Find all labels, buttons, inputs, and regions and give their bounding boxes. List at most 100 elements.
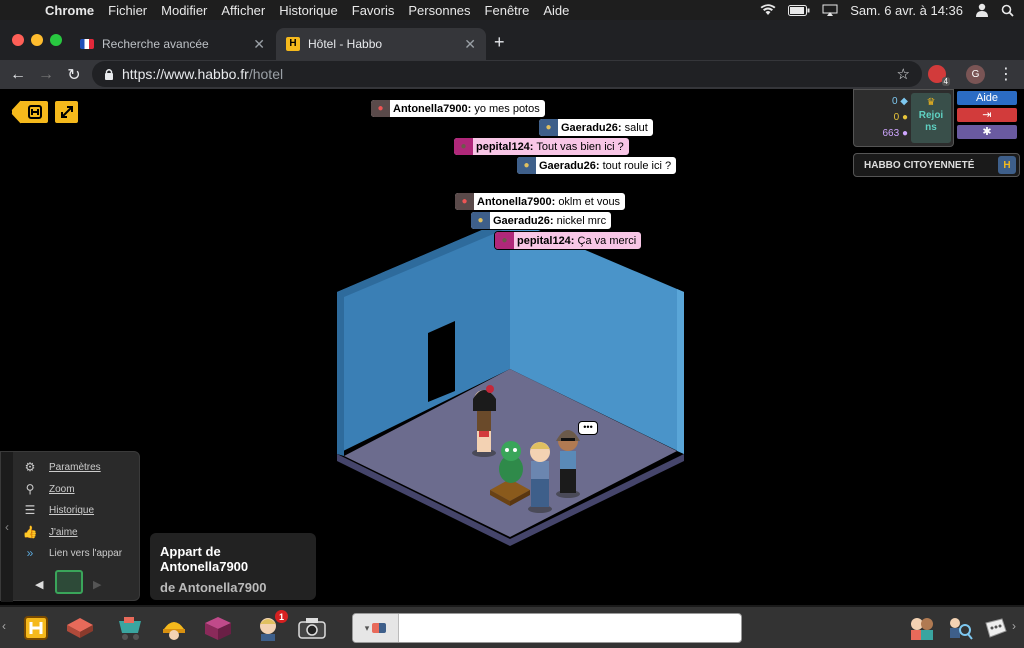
- bookmark-star-icon[interactable]: ☆: [897, 65, 910, 83]
- chat-username: Antonella7900:: [477, 195, 556, 208]
- dropdown-arrow-icon: ▾: [364, 622, 370, 633]
- chat-bubble[interactable]: ● pepital124: Ça va merci: [494, 231, 643, 250]
- lock-icon: [105, 69, 113, 80]
- room-link-link[interactable]: » Lien vers l'appar: [21, 546, 122, 560]
- camera-icon[interactable]: [296, 612, 328, 644]
- tab-hotel-habbo[interactable]: H Hôtel - Habbo ✕: [276, 28, 486, 60]
- room-tool-label: J'aime: [49, 526, 78, 538]
- chat-bubble[interactable]: ● Antonella7900: oklm et vous: [454, 192, 627, 211]
- menu-item-fenetre[interactable]: Fenêtre: [478, 3, 537, 18]
- spotlight-search-icon[interactable]: [1001, 4, 1014, 17]
- habbo-favicon-icon: H: [286, 37, 300, 51]
- new-tab-button[interactable]: +: [494, 32, 505, 53]
- toolbar-collapse-icon[interactable]: ‹: [2, 619, 6, 633]
- reload-icon[interactable]: ↻: [60, 65, 88, 85]
- menu-item-afficher[interactable]: Afficher: [214, 3, 272, 18]
- room-door: [428, 321, 455, 402]
- zoom-window-button[interactable]: [50, 34, 62, 46]
- battery-icon[interactable]: [788, 4, 810, 16]
- chat-text: oklm et vous: [558, 195, 621, 208]
- chat-bubble[interactable]: ● Antonella7900: yo mes potos: [370, 99, 546, 118]
- menu-clock[interactable]: Sam. 6 avr. à 14:36: [850, 3, 963, 18]
- logout-button[interactable]: ⇥: [957, 108, 1017, 122]
- join-club-button[interactable]: ♛ Rejoi ns: [911, 93, 951, 143]
- fullscreen-button[interactable]: [53, 99, 80, 125]
- duckets-row[interactable]: 0 ●: [862, 112, 908, 123]
- menu-item-aide[interactable]: Aide: [536, 3, 576, 18]
- menu-item-favoris[interactable]: Favoris: [345, 3, 402, 18]
- chat-avatar-icon: ●: [495, 232, 514, 249]
- coin-icon: ●: [901, 112, 908, 123]
- menu-item-modifier[interactable]: Modifier: [154, 3, 214, 18]
- tab-title: Recherche avancée: [102, 37, 209, 51]
- chat-line: Antonella7900: yo mes potos: [390, 103, 545, 115]
- inventory-icon[interactable]: [202, 612, 234, 644]
- room-like-link[interactable]: 👍 J'aime: [21, 525, 78, 539]
- habbo-hotel-view-icon[interactable]: [20, 612, 52, 644]
- back-arrow-icon[interactable]: ←: [4, 66, 32, 84]
- history-signpost-icon: ☰: [24, 503, 36, 517]
- chat-bubble[interactable]: ● pepital124: Tout vas bien ici ?: [453, 137, 630, 156]
- credits-row[interactable]: 0 ◆: [862, 96, 908, 107]
- double-chevron-icon: »: [26, 546, 34, 560]
- duckets-count: 0: [893, 112, 900, 123]
- extension-icon[interactable]: 4: [928, 65, 950, 86]
- chat-text: Ça va merci: [577, 234, 637, 247]
- diamonds-row[interactable]: 663 ●: [862, 128, 908, 139]
- minimize-window-button[interactable]: [31, 34, 43, 46]
- chat-style-selector[interactable]: ▾: [353, 614, 399, 642]
- menu-item-fichier[interactable]: Fichier: [101, 3, 154, 18]
- close-window-button[interactable]: [12, 34, 24, 46]
- menu-item-personnes[interactable]: Personnes: [401, 3, 477, 18]
- room-thumbnail[interactable]: [55, 570, 83, 594]
- macos-menu-bar: Chrome Fichier Modifier Afficher Histori…: [0, 0, 1024, 20]
- habbo-game-viewport[interactable]: ••• ● Antonella7900: yo mes potos ● Gaer…: [0, 89, 1024, 648]
- menu-item-historique[interactable]: Historique: [272, 3, 345, 18]
- close-tab-icon[interactable]: ✕: [464, 36, 476, 53]
- shop-catalog-icon[interactable]: [114, 612, 146, 644]
- chat-text: tout roule ici ?: [602, 159, 672, 172]
- chat-input[interactable]: [399, 616, 741, 640]
- diamonds-count: 663: [882, 128, 900, 139]
- room-settings-link[interactable]: ⚙ Paramètres: [21, 460, 101, 474]
- chat-username: Gaeradu26:: [539, 159, 600, 172]
- chat-input-box[interactable]: ▾: [352, 613, 742, 643]
- room-zoom-link[interactable]: ⚲ Zoom: [21, 482, 75, 496]
- collapse-arrow-icon[interactable]: ‹: [1, 452, 13, 602]
- friends-avatar-icon[interactable]: 1: [252, 610, 288, 644]
- close-tab-icon[interactable]: ✕: [253, 36, 265, 53]
- toolbar-expand-icon[interactable]: ›: [1012, 619, 1016, 633]
- address-bar[interactable]: https://www.habbo.fr/hotel ☆: [92, 61, 922, 87]
- browser-tab-strip: Recherche avancée ✕ H Hôtel - Habbo ✕ +: [0, 20, 1024, 60]
- chat-bubble[interactable]: ● Gaeradu26: salut: [538, 118, 654, 137]
- friend-search-icon[interactable]: [944, 612, 976, 644]
- airplay-icon[interactable]: [822, 4, 838, 16]
- gear-icon: ⚙: [24, 460, 36, 474]
- browser-menu-icon[interactable]: ⋮: [998, 64, 1014, 84]
- next-room-arrow-icon[interactable]: ▶: [93, 578, 101, 591]
- help-button[interactable]: Aide: [957, 91, 1017, 105]
- chat-bubble-style-icon: [372, 623, 387, 633]
- chat-text: yo mes potos: [474, 102, 540, 115]
- user-icon[interactable]: [975, 3, 989, 17]
- tab-recherche-avancee[interactable]: Recherche avancée ✕: [70, 28, 275, 60]
- all-friends-icon[interactable]: [906, 612, 938, 644]
- forward-arrow-icon[interactable]: →: [32, 66, 60, 84]
- chat-line: pepital124: Ça va merci: [514, 235, 641, 247]
- navigator-rooms-icon[interactable]: [64, 612, 96, 644]
- chat-bubble[interactable]: ● Gaeradu26: tout roule ici ?: [516, 156, 678, 175]
- citizenship-banner[interactable]: HABBO CITOYENNETÉ H: [853, 153, 1020, 177]
- messenger-icon[interactable]: [980, 612, 1012, 644]
- settings-button[interactable]: ✱: [957, 125, 1017, 139]
- room-history-link[interactable]: ☰ Historique: [21, 503, 94, 517]
- menu-app-name[interactable]: Chrome: [38, 3, 101, 18]
- builders-club-icon[interactable]: [158, 612, 190, 644]
- room-info-panel[interactable]: Appart de Antonella7900 de Antonella7900: [150, 533, 316, 600]
- chat-bubble[interactable]: ● Gaeradu26: nickel mrc: [470, 211, 613, 230]
- wifi-icon[interactable]: [760, 4, 776, 16]
- profile-avatar[interactable]: G: [966, 65, 985, 84]
- previous-room-arrow-icon[interactable]: ◀: [35, 578, 43, 591]
- chat-line: Antonella7900: oklm et vous: [474, 196, 625, 208]
- diamond-icon: ◆: [900, 96, 908, 107]
- citizenship-label: HABBO CITOYENNETÉ: [864, 159, 975, 171]
